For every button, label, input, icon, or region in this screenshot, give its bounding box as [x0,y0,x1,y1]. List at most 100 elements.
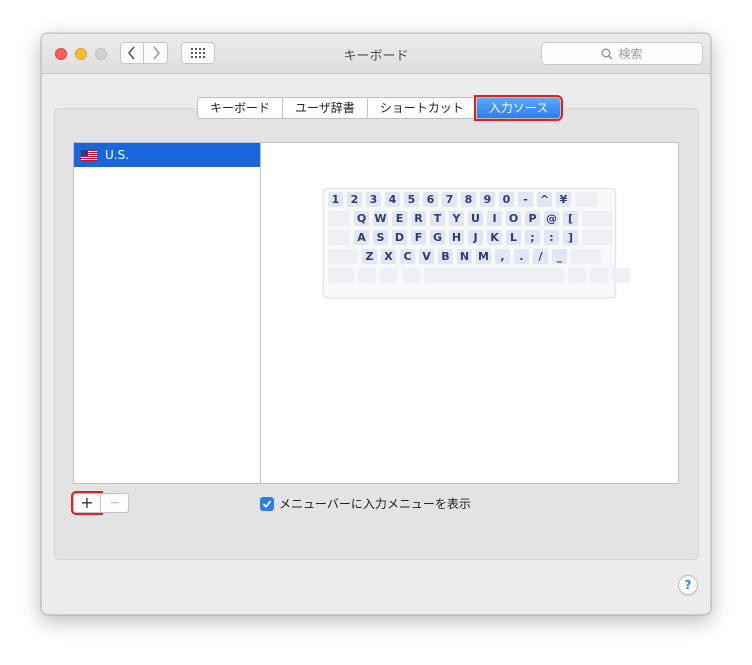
keyboard-preferences-window: キーボード 検索 キーボード ユーザ辞書 ショートカット 入力ソース U.S. 1 [41,33,711,615]
keyboard-key: N [457,249,472,264]
tab-0[interactable]: キーボード [198,98,284,118]
keyboard-key: ^ [537,192,552,207]
keyboard-row: Q W E R T Y U I O P @ [ [328,211,612,226]
keyboard-key: 4 [385,192,400,207]
forward-button[interactable] [144,42,168,64]
us-flag-icon [81,149,97,161]
keyboard-key: . [514,249,529,264]
keyboard-key: F [411,230,426,245]
keyboard-key: V [419,249,434,264]
zoom-window-button[interactable] [95,48,107,60]
keyboard-key: E [392,211,407,226]
keyboard-key: / [533,249,548,264]
keyboard-key: K [487,230,502,245]
keyboard-row: Z X C V B N M,. / _ [328,249,611,264]
keyboard-key-blank [328,230,350,245]
list-item-us[interactable]: U.S. [74,143,260,167]
keyboard-key: _ [552,249,567,264]
list-item-label: U.S. [105,148,130,162]
grid-icon [191,48,205,58]
keyboard-key: J [468,230,483,245]
keyboard-key: B [438,249,453,264]
keyboard-layout-preview: 1 2 3 4 5 6 7 8 9 0- ^ ¥ Q W E R T Y U I O P @ [A S D F G H J K L;:] Z X C… [323,188,630,298]
minus-icon: − [108,495,121,511]
question-mark-icon: ? [684,578,692,592]
keyboard-key: 1 [328,192,343,207]
plus-icon: + [80,493,94,512]
keyboard-key: I [487,211,502,226]
keyboard-key: ; [525,230,540,245]
show-input-menu-option: メニューバーに入力メニューを表示 [260,495,471,512]
keyboard-key: M [476,249,491,264]
search-icon [602,48,613,59]
keyboard-key-blank [424,268,564,283]
add-input-source-button[interactable]: + [71,491,103,515]
keyboard-row: A S D F G H J K L;:] [328,230,612,245]
keyboard-key: S [373,230,388,245]
help-button[interactable]: ? [678,575,698,595]
keyboard-key-blank [358,268,376,283]
title-bar: キーボード 検索 [42,34,710,74]
keyboard-key: @ [544,211,559,226]
keyboard-key-blank [612,268,630,283]
keyboard-key: - [518,192,533,207]
keyboard-row [328,268,630,283]
keyboard-key-blank [571,249,601,264]
keyboard-key: 8 [461,192,476,207]
keyboard-key: 5 [404,192,419,207]
keyboard-key: U [468,211,483,226]
keyboard-key: 2 [347,192,362,207]
keyboard-key: G [430,230,445,245]
remove-input-source-button[interactable]: − [101,493,129,513]
keyboard-key-blank [328,268,354,283]
checkmark-icon [262,500,272,508]
close-window-button[interactable] [55,48,67,60]
keyboard-key: 6 [423,192,438,207]
keyboard-key-blank [568,268,586,283]
chevron-right-icon [152,46,160,60]
keyboard-key: H [449,230,464,245]
keyboard-key-blank [328,211,350,226]
keyboard-key: D [392,230,407,245]
keyboard-key: P [525,211,540,226]
keyboard-key: R [411,211,426,226]
keyboard-key-blank [402,268,420,283]
keyboard-row: 1 2 3 4 5 6 7 8 9 0- ^ ¥ [328,192,611,207]
keyboard-key-blank [575,192,597,207]
tab-2[interactable]: ショートカット [368,98,477,118]
keyboard-key: T [430,211,445,226]
tab-3[interactable]: 入力ソース [473,95,564,121]
keyboard-key: Z [362,249,377,264]
minimize-window-button[interactable] [75,48,87,60]
tab-1[interactable]: ユーザ辞書 [283,98,368,118]
keyboard-key: 0 [499,192,514,207]
show-all-button[interactable] [181,42,215,64]
keyboard-key: O [506,211,521,226]
input-source-list[interactable]: U.S. [73,142,261,484]
keyboard-key-blank [590,268,608,283]
keyboard-key: 3 [366,192,381,207]
keyboard-key: C [400,249,415,264]
show-input-menu-checkbox[interactable] [260,496,274,511]
keyboard-key-blank [582,211,612,226]
keyboard-key-blank [380,268,398,283]
keyboard-key: W [373,211,388,226]
back-button[interactable] [120,42,144,64]
search-placeholder: 検索 [618,47,643,61]
keyboard-key: , [495,249,510,264]
keyboard-key-blank [582,230,612,245]
keyboard-key: Y [449,211,464,226]
keyboard-key: 7 [442,192,457,207]
keyboard-key-blank [328,249,358,264]
keyboard-key: : [544,230,559,245]
keyboard-key: ¥ [556,192,571,207]
keyboard-preview-area: 1 2 3 4 5 6 7 8 9 0- ^ ¥ Q W E R T Y U I O P @ [A S D F G H J K L;:] Z X C… [260,142,679,484]
chevron-left-icon [127,46,135,60]
keyboard-key: X [381,249,396,264]
keyboard-key: ] [563,230,578,245]
keyboard-key: [ [563,211,578,226]
search-field[interactable]: 検索 [541,42,703,65]
keyboard-key: A [354,230,369,245]
show-input-menu-label: メニューバーに入力メニューを表示 [279,497,471,511]
keyboard-key: Q [354,211,369,226]
